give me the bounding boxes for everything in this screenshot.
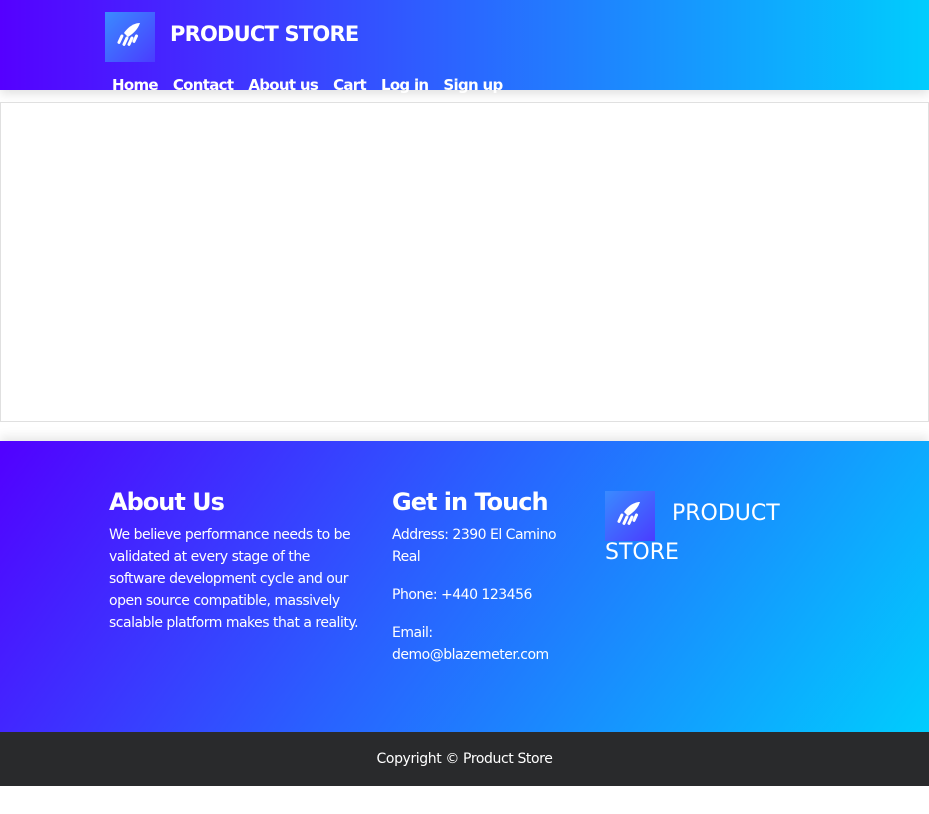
nav-home[interactable]: Home [112, 74, 159, 96]
top-navbar: PRODUCT STORE Home Contact About us Cart… [0, 0, 929, 94]
nav-sign-up[interactable]: Sign up [443, 74, 503, 96]
brand-logo[interactable] [105, 12, 155, 62]
rocket-icon [614, 500, 646, 532]
contact-phone: Phone: +440 123456 [392, 587, 532, 603]
brand-title[interactable]: PRODUCT STORE [170, 20, 359, 48]
contact-address: Address: 2390 El Camino Real [392, 527, 557, 565]
copyright-text: Copyright © Product Store [376, 751, 553, 767]
nav-log-in[interactable]: Log in [381, 74, 429, 96]
nav-about-us[interactable]: About us [248, 74, 318, 96]
footer-brand-line-2: STORE [605, 540, 679, 565]
rocket-icon [114, 21, 146, 53]
copyright-bar: Copyright © Product Store [0, 732, 929, 786]
nav-contact[interactable]: Contact [173, 74, 234, 96]
footer: About Us We believe performance needs to… [0, 441, 929, 732]
nav-cart[interactable]: Cart [333, 74, 367, 96]
main-content-area [0, 102, 929, 422]
footer-brand-logo [605, 491, 655, 541]
main-nav: Home Contact About us Cart Log in Sign u… [112, 74, 518, 96]
get-in-touch-heading: Get in Touch [392, 488, 549, 516]
contact-email: demo@blazemeter.com [392, 647, 549, 663]
contact-email-label: Email: [392, 625, 433, 641]
about-us-text: We believe performance needs to be valid… [109, 527, 359, 631]
footer-brand-line-1: PRODUCT [672, 501, 780, 526]
about-us-heading: About Us [109, 488, 225, 516]
